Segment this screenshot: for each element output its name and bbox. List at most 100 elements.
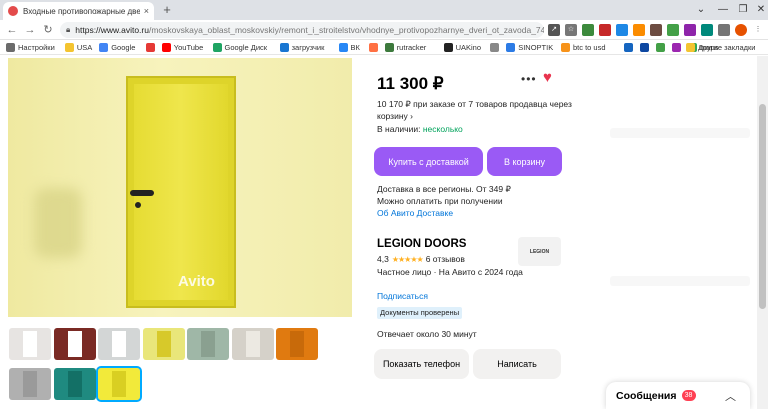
bookmark-item[interactable]	[672, 42, 684, 53]
back-button[interactable]: ←	[4, 22, 20, 38]
rating-value: 4,3	[377, 254, 389, 264]
about-delivery-link[interactable]: Об Авито Доставке	[377, 207, 511, 219]
bookmark-item[interactable]: YouTube	[161, 42, 203, 53]
bookmark-item[interactable]	[145, 42, 158, 53]
chevron-up-icon[interactable]: ︿	[725, 388, 736, 404]
thumbnail-door-image	[245, 331, 260, 357]
product-photo[interactable]: Avito	[8, 58, 352, 317]
bookmark-item[interactable]: rutracker	[384, 42, 426, 53]
messages-widget[interactable]: Сообщения 38 ︿	[606, 382, 750, 409]
bookmarks-bar: Настройки USA Google YouTube Google Диск загр…	[0, 40, 768, 55]
bookmark-favicon-icon	[384, 43, 394, 52]
extension-icon[interactable]	[667, 24, 679, 36]
bookmark-item[interactable]: USA	[64, 42, 92, 53]
bookmark-favicon-icon	[145, 43, 155, 52]
thumbnail-door-image	[290, 331, 304, 357]
extension-icon[interactable]	[599, 24, 611, 36]
bookmark-star-icon[interactable]: ☆	[565, 24, 577, 36]
chevron-right-icon: ›	[410, 111, 413, 121]
more-options-icon[interactable]: •••	[521, 72, 537, 86]
bookmark-favicon-icon	[672, 43, 681, 52]
thumbnail-door-image	[156, 331, 171, 357]
thumbnail-door-image	[67, 371, 82, 397]
stock-status: В наличии: несколько	[377, 124, 463, 134]
gallery-thumbnail[interactable]	[142, 328, 185, 360]
show-phone-button[interactable]: Показать телефон	[374, 349, 469, 379]
url-path: /moskovskaya_oblast_moskovskiy/remont_i_…	[148, 25, 544, 35]
bulk-price-note[interactable]: 10 170 ₽ при заказе от 7 товаров продавц…	[377, 98, 577, 122]
extension-icon[interactable]	[650, 24, 662, 36]
puzzle-icon[interactable]	[718, 24, 730, 36]
bookmark-item[interactable]: ВК	[338, 42, 360, 53]
documents-verified-badge: Документы проверены	[377, 307, 463, 319]
bookmark-item[interactable]: Другие закладки	[686, 42, 755, 53]
minimize-button[interactable]: —	[712, 2, 734, 18]
buy-with-delivery-button[interactable]: Купить с доставкой	[374, 147, 483, 176]
extension-icon[interactable]	[616, 24, 628, 36]
extension-icon[interactable]	[684, 24, 696, 36]
gallery-thumbnail[interactable]	[187, 328, 229, 360]
bookmark-label: Google Диск	[224, 43, 268, 52]
bookmark-item[interactable]: загрузчик	[279, 42, 324, 53]
bookmark-item[interactable]: Google Диск	[212, 42, 268, 53]
write-message-button[interactable]: Написать	[473, 349, 561, 379]
bookmark-favicon-icon	[99, 43, 109, 52]
gallery-thumbnail[interactable]	[96, 366, 142, 402]
seller-name[interactable]: LEGION DOORS	[377, 238, 466, 250]
bookmark-item[interactable]	[656, 42, 668, 53]
bookmark-label: UAKino	[455, 43, 482, 52]
delivery-payment: Можно оплатить при получении	[377, 196, 503, 206]
avatar[interactable]	[735, 24, 747, 36]
gallery-thumbnail[interactable]	[98, 328, 140, 360]
scrollbar-thumb[interactable]	[759, 104, 766, 309]
bulk-price-text: 10 170 ₽ при заказе от 7 товаров продавц…	[377, 99, 572, 121]
gallery-thumbnail[interactable]	[53, 328, 96, 360]
bookmark-item[interactable]: Настройки	[6, 42, 55, 53]
gallery-thumbnail[interactable]	[9, 328, 51, 360]
gallery-thumbnail[interactable]	[231, 328, 274, 360]
gallery-thumbnail[interactable]	[53, 368, 96, 400]
seller-logo[interactable]: LEGION	[518, 237, 561, 266]
seller-logo-text: LEGION	[529, 248, 550, 255]
bookmark-item[interactable]: SINOPTIK	[506, 42, 553, 53]
page-scrollbar[interactable]	[757, 56, 768, 409]
bookmark-item[interactable]: btc to usd	[561, 42, 606, 53]
extension-icon[interactable]	[633, 24, 645, 36]
url-input[interactable]: 🔒︎ https://www.avito.ru/moskovskaya_obla…	[60, 22, 544, 38]
bookmark-item[interactable]	[640, 42, 652, 53]
bookmark-item[interactable]	[490, 42, 502, 53]
gallery-thumbnail[interactable]	[276, 328, 318, 360]
bookmark-favicon-icon	[279, 43, 289, 52]
seller-rating[interactable]: 4,3 ★★★★★ 6 отзывов	[377, 254, 465, 264]
bookmark-favicon-icon	[338, 43, 348, 52]
forward-button[interactable]: →	[22, 22, 38, 38]
subscribe-link[interactable]: Подписаться	[377, 291, 428, 301]
extension-icon[interactable]	[701, 24, 713, 36]
bookmark-label: btc to usd	[573, 43, 606, 52]
share-icon[interactable]: ↗	[548, 24, 560, 36]
bookmark-favicon-icon	[6, 43, 15, 52]
bookmark-favicon-icon	[443, 43, 453, 52]
extension-icon[interactable]	[582, 24, 594, 36]
new-tab-button[interactable]: +	[160, 3, 174, 17]
url-text: https://www.avito.ru/moskovskaya_oblast_…	[75, 25, 544, 35]
stock-label: В наличии:	[377, 124, 421, 134]
bookmark-item[interactable]: Google	[99, 42, 135, 53]
bookmark-item[interactable]	[624, 42, 636, 53]
bookmark-favicon-icon	[490, 43, 500, 52]
bookmark-item[interactable]: UAKino	[443, 42, 482, 53]
favorite-heart-icon[interactable]: ♥	[543, 69, 552, 86]
chevron-down-icon[interactable]: ⌄	[690, 2, 712, 18]
seller-type: Частное лицо · На Авито с 2024 года	[377, 267, 523, 277]
gallery-thumbnail[interactable]	[9, 368, 51, 400]
stock-value: несколько	[422, 124, 463, 134]
door-handle	[130, 190, 154, 196]
add-to-cart-button[interactable]: В корзину	[487, 147, 562, 176]
reload-button[interactable]: ↻	[40, 22, 56, 38]
bookmark-item[interactable]	[368, 42, 381, 53]
menu-dots-icon[interactable]: ⋮	[752, 24, 764, 36]
browser-tab[interactable]: Входные противопожарные двери ×	[3, 2, 154, 20]
close-window-button[interactable]: ✕	[750, 2, 768, 18]
tab-close-icon[interactable]: ×	[144, 6, 149, 16]
bookmark-label: ВК	[350, 43, 360, 52]
